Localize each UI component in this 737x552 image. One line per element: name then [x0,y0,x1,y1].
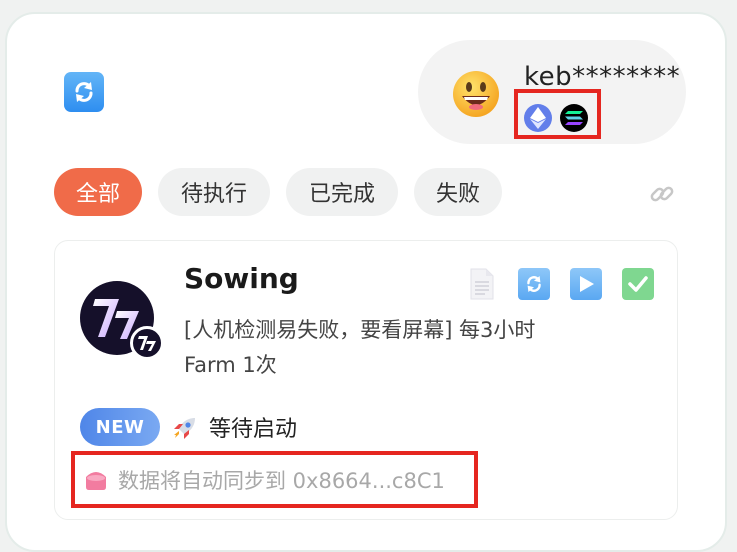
link-icon[interactable] [648,180,676,208]
document-icon[interactable] [466,268,498,300]
username: keb******** [524,62,681,92]
ethereum-icon [524,104,552,132]
task-status: 等待启动 [209,417,298,442]
solana-icon [560,104,588,132]
rocket-icon [171,414,199,442]
refresh-icon[interactable] [518,268,550,300]
grinning-face-icon [452,70,500,118]
tab-pending[interactable]: 待执行 [158,168,270,216]
check-icon[interactable] [622,268,654,300]
task-title: Sowing [184,262,299,295]
wallet-icon [83,467,109,491]
sync-address-text: 数据将自动同步到 0x8664...c8C1 [118,469,445,493]
chain-badge-icon [130,326,164,360]
tab-failed[interactable]: 失败 [414,168,502,216]
new-badge: NEW [80,408,160,446]
tab-all[interactable]: 全部 [54,168,142,216]
tab-completed[interactable]: 已完成 [286,168,398,216]
task-description: [人机检测易失败，要看屏幕] 每3小时Farm 1次 [184,318,536,377]
chain-list-highlight [514,89,601,139]
play-icon[interactable] [570,268,602,300]
refresh-icon[interactable] [64,72,104,112]
